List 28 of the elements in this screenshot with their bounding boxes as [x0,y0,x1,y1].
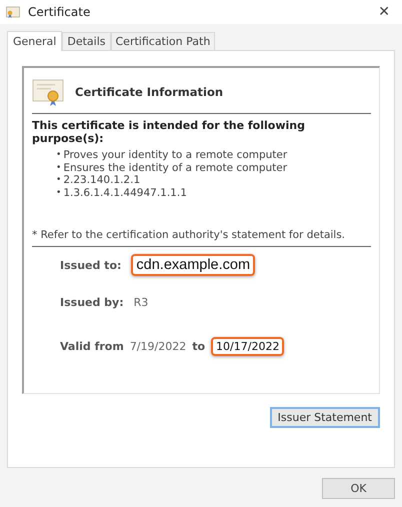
bullet: • [56,174,62,186]
section-heading: Certificate Information [75,85,224,99]
ok-button[interactable]: OK [322,478,395,499]
bullet: • [56,186,62,199]
field-value: 10/17/2022 [211,337,284,356]
certificate-icon [32,78,64,106]
close-button[interactable]: ✕ [372,4,396,20]
bullet: • [56,162,62,174]
bullet: • [56,149,62,162]
field-value: R3 [134,296,148,309]
field-label: Issued to: [60,258,122,272]
issuer-statement-button[interactable]: Issuer Statement [270,407,380,428]
field-value: 7/19/2022 [130,340,186,353]
window-title: Certificate [28,5,92,19]
field-label: Issued by: [60,296,124,309]
tab[interactable]: Details [62,32,110,50]
note-text: * Refer to the certification authority's statement for details. [32,229,346,241]
field-label: Valid from [60,340,124,353]
field-value: cdn.example.com [131,254,256,276]
purpose-item: Ensures the identity of a remote computer [63,162,288,174]
tab[interactable]: Certification Path [110,32,216,50]
certificate-icon [6,6,20,18]
purpose-title: This certificate is intended for the following purpose(s): [32,119,306,145]
purpose-item: 1.3.6.1.4.1.44947.1.1.1 [63,186,187,199]
field-label: to [192,340,206,353]
tab[interactable]: General [7,31,62,51]
purpose-item: Proves your identity to a remote computer [63,149,288,162]
purpose-item: 2.23.140.1.2.1 [63,174,140,186]
